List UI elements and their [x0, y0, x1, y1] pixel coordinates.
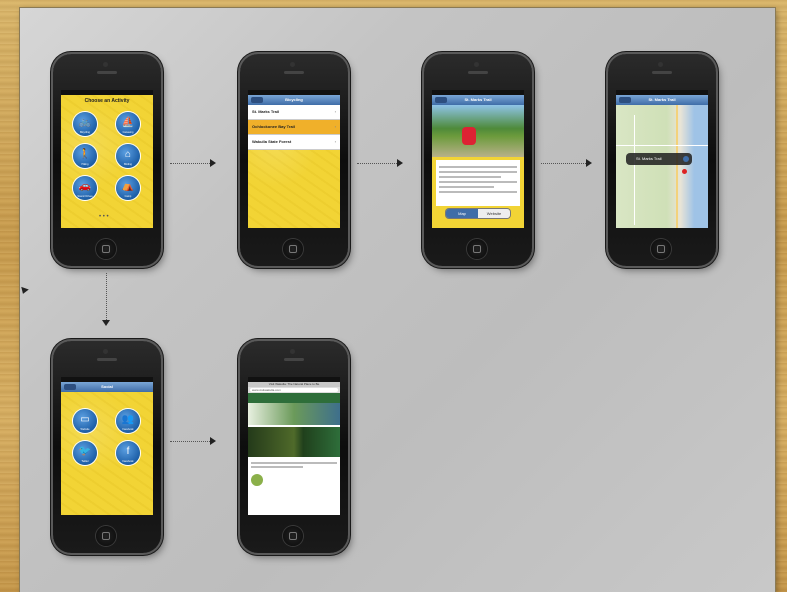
- site-content: [248, 457, 340, 494]
- road-line: [634, 115, 635, 225]
- flow-arrowhead-2: [397, 159, 403, 167]
- home-button: [96, 239, 116, 259]
- info-icon[interactable]: [683, 156, 689, 162]
- map-pin-icon[interactable]: [682, 169, 687, 174]
- speaker: [468, 71, 488, 74]
- camp-button[interactable]: ⛺ Camp: [116, 176, 140, 200]
- segmented-control: Map Website: [446, 209, 510, 218]
- back-button[interactable]: [251, 97, 263, 103]
- speaker: [97, 71, 117, 74]
- speaker: [652, 71, 672, 74]
- offscreen-arrowhead: [19, 286, 29, 296]
- map-area: St. Marks Trail: [616, 105, 708, 228]
- flow-arrowhead-down: [102, 320, 110, 326]
- home-button: [651, 239, 671, 259]
- website-screen: Visit Wakulla: The Natural Place to Be w…: [248, 377, 340, 515]
- trail-photo: [432, 105, 524, 157]
- phone-detail: St. Marks Trail Map Website: [424, 54, 532, 266]
- site-feature-image: [248, 427, 340, 457]
- flow-arrow-3: [541, 163, 586, 165]
- trail-row-st-marks[interactable]: St. Marks Trail: [248, 105, 340, 120]
- speaker: [284, 71, 304, 74]
- url-field[interactable]: www.visitwakulla.com: [250, 388, 338, 392]
- cyclist-figure: [462, 127, 476, 145]
- camera: [658, 62, 663, 67]
- phone-map: St. Marks Trail St. Marks Trail: [608, 54, 716, 266]
- road-line: [616, 145, 708, 146]
- site-header: [248, 393, 340, 403]
- camera: [103, 349, 108, 354]
- camera: [474, 62, 479, 67]
- status-bar: [61, 90, 153, 95]
- site-badge-icon: [251, 474, 263, 486]
- phone-social: Social ▭ Website 👥 Facebook 🐦 Twitter f Face…: [53, 341, 161, 553]
- flow-arrow-2: [357, 163, 397, 165]
- detail-navbar: St. Marks Trail: [432, 95, 524, 105]
- flow-arrowhead-1: [210, 159, 216, 167]
- website-tab[interactable]: Website: [478, 209, 510, 218]
- back-button[interactable]: [64, 384, 76, 390]
- trails-screen: Bicycling St. Marks Trail Ochlockonee Ba…: [248, 90, 340, 228]
- bicycling-button[interactable]: 🚲 Bicycling: [73, 112, 97, 136]
- camera: [290, 349, 295, 354]
- trail-row-ochlockonee[interactable]: Ochlockonee Bay Trail: [248, 120, 340, 135]
- storyboard-board: Choose an Activity 🚲 Bicycling ⛵ Canoeing …: [19, 8, 775, 592]
- page-dots: • • •: [99, 214, 109, 220]
- detail-screen: St. Marks Trail Map Website: [432, 90, 524, 228]
- flow-arrow-down: [106, 273, 108, 320]
- social-navbar: Social: [61, 382, 153, 392]
- facebook-page-button[interactable]: f Facebook: [116, 441, 140, 465]
- description-box: [436, 160, 520, 206]
- speaker: [284, 358, 304, 361]
- map-navbar: St. Marks Trail: [616, 95, 708, 105]
- website-button[interactable]: ▭ Website: [73, 409, 97, 433]
- home-button: [96, 526, 116, 546]
- activity-title: Choose an Activity: [84, 98, 130, 104]
- flow-arrowhead-3: [586, 159, 592, 167]
- flow-arrow-1: [170, 163, 210, 165]
- road-line: [676, 105, 678, 228]
- phone-activity: Choose an Activity 🚲 Bicycling ⛵ Canoeing …: [53, 54, 161, 266]
- phone-website: Visit Wakulla: The Natural Place to Be w…: [240, 341, 348, 553]
- camera: [103, 62, 108, 67]
- back-button[interactable]: [619, 97, 631, 103]
- camera: [290, 62, 295, 67]
- home-button: [283, 239, 303, 259]
- twitter-button[interactable]: 🐦 Twitter: [73, 441, 97, 465]
- map-tab[interactable]: Map: [446, 209, 478, 218]
- home-button: [283, 526, 303, 546]
- phone-trails: Bicycling St. Marks Trail Ochlockonee Ba…: [240, 54, 348, 266]
- trail-row-wakulla[interactable]: Wakulla State Forest: [248, 135, 340, 150]
- trails-navbar: Bicycling: [248, 95, 340, 105]
- map-callout[interactable]: St. Marks Trail: [626, 153, 692, 165]
- map-screen: St. Marks Trail St. Marks Trail: [616, 90, 708, 228]
- flow-arrowhead-5: [210, 437, 216, 445]
- social-screen: Social ▭ Website 👥 Facebook 🐦 Twitter f Face…: [61, 377, 153, 515]
- activity-screen: Choose an Activity 🚲 Bicycling ⛵ Canoeing …: [61, 90, 153, 228]
- flow-arrow-5: [170, 441, 210, 443]
- canoeing-button[interactable]: ⛵ Canoeing: [116, 112, 140, 136]
- speaker: [97, 358, 117, 361]
- back-button[interactable]: [435, 97, 447, 103]
- home-button: [467, 239, 487, 259]
- facebook-button[interactable]: 👥 Facebook: [116, 409, 140, 433]
- birding-button[interactable]: ⌂ Birding: [116, 144, 140, 168]
- hiking-button[interactable]: 🚶 Hiking: [73, 144, 97, 168]
- scenic-drives-button[interactable]: 🚗 Scenic Drives: [73, 176, 97, 200]
- site-banner: [248, 403, 340, 425]
